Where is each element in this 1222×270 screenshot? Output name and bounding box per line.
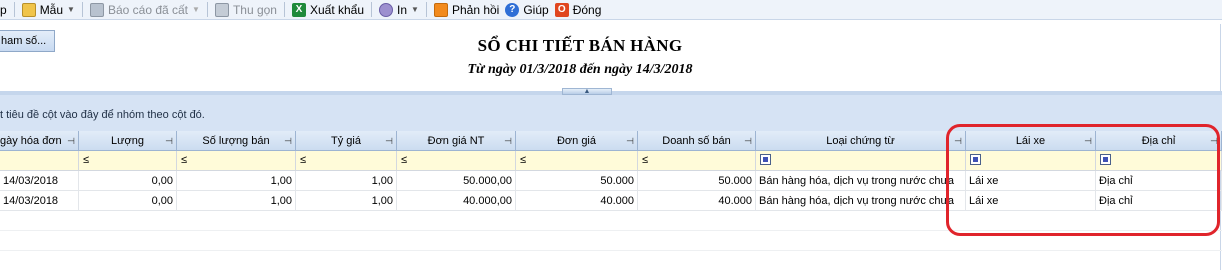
column-header-unit-price-fc[interactable]: Đơn giá NT ⊣ — [397, 131, 516, 151]
column-header-label: Loại chứng từ — [826, 135, 895, 147]
filter-operator[interactable]: ≤ — [300, 154, 306, 166]
saved-report-icon — [89, 2, 104, 17]
chevron-down-icon: ▼ — [411, 5, 419, 14]
template-label: Mẫu — [39, 2, 64, 17]
cell-invoice-date: 14/03/2018 — [0, 191, 79, 211]
column-header-label: gày hóa đơn — [0, 135, 62, 147]
pin-icon[interactable]: ⊣ — [165, 131, 173, 151]
feedback-button[interactable]: Phản hồi — [431, 1, 502, 19]
collapse-button[interactable]: Thu gọn — [212, 1, 280, 19]
chevron-down-icon: ▼ — [67, 5, 75, 14]
pin-icon[interactable]: ⊣ — [284, 131, 292, 151]
column-header-label: Lượng — [111, 135, 144, 147]
feedback-label: Phản hồi — [451, 2, 500, 17]
column-header-label: Doanh số bán — [662, 135, 731, 147]
cell-exchange-rate: 1,00 — [296, 191, 397, 211]
filter-operator[interactable]: ≤ — [83, 154, 89, 166]
chevron-down-icon: ▼ — [192, 5, 200, 14]
print-preview-button[interactable]: p — [0, 1, 10, 19]
filter-operator[interactable]: ≤ — [642, 154, 648, 166]
highlight-annotation — [946, 124, 1220, 236]
report-toolbar: p Mẫu ▼ Báo cáo đã cất ▼ Thu gọn X Xuất … — [0, 0, 1222, 20]
column-header-unit-price[interactable]: Đơn giá ⊣ — [516, 131, 638, 151]
column-header-label: Đơn giá — [556, 135, 596, 147]
filter-operator[interactable]: ≤ — [520, 154, 526, 166]
filter-cell-unit-price[interactable]: ≤ — [516, 151, 638, 171]
pin-icon[interactable]: ⊣ — [504, 131, 512, 151]
toolbar-separator — [206, 2, 208, 17]
filter-checkbox[interactable] — [760, 154, 771, 165]
cell-unit-price-fc: 40.000,00 — [397, 191, 516, 211]
column-header-label: Đơn giá NT — [427, 135, 485, 147]
filter-cell-exchange-rate[interactable]: ≤ — [296, 151, 397, 171]
chevron-up-icon: ▲ — [583, 88, 591, 95]
template-button[interactable]: Mẫu ▼ — [19, 1, 78, 19]
filter-cell-revenue[interactable]: ≤ — [638, 151, 756, 171]
cell-voucher-type: Bán hàng hóa, dịch vụ trong nước chưa — [756, 191, 966, 211]
filter-cell-sold-quantity[interactable]: ≤ — [177, 151, 296, 171]
column-header-label: Tỷ giá — [331, 135, 361, 147]
splitter-collapse-handle[interactable]: ▲ — [562, 88, 612, 95]
pin-icon[interactable]: ⊣ — [626, 131, 634, 151]
cell-quantity: 0,00 — [79, 171, 177, 191]
cell-unit-price: 40.000 — [516, 191, 638, 211]
report-subtitle: Từ ngày 01/3/2018 đến ngày 14/3/2018 — [467, 62, 693, 77]
print-preview-label: p — [0, 2, 7, 17]
filter-cell-unit-price-fc[interactable]: ≤ — [397, 151, 516, 171]
toolbar-separator — [13, 2, 15, 17]
column-header-quantity[interactable]: Lượng ⊣ — [79, 131, 177, 151]
saved-report-label: Báo cáo đã cất — [107, 2, 189, 17]
saved-report-button[interactable]: Báo cáo đã cất ▼ — [87, 1, 203, 19]
help-label: Giúp — [523, 2, 549, 17]
pin-icon[interactable]: ⊣ — [67, 131, 75, 151]
print-button[interactable]: In ▼ — [376, 1, 422, 19]
cell-unit-price-fc: 50.000,00 — [397, 171, 516, 191]
report-title: SỔ CHI TIẾT BÁN HÀNG — [477, 36, 683, 55]
pin-icon[interactable]: ⊣ — [385, 131, 393, 151]
filter-cell-quantity[interactable]: ≤ — [79, 151, 177, 171]
column-header-sold-quantity[interactable]: Số lượng bán ⊣ — [177, 131, 296, 151]
cell-quantity: 0,00 — [79, 191, 177, 211]
cell-exchange-rate: 1,00 — [296, 171, 397, 191]
export-excel-button[interactable]: X Xuất khẩu — [289, 1, 367, 19]
empty-grid-row — [0, 251, 1222, 270]
template-icon — [21, 2, 36, 17]
column-header-invoice-date[interactable]: gày hóa đơn ⊣ — [0, 131, 79, 151]
column-header-label: Số lượng bán — [202, 135, 270, 147]
cell-revenue: 40.000 — [638, 191, 756, 211]
excel-export-icon: X — [291, 2, 306, 17]
filter-operator[interactable]: ≤ — [181, 154, 187, 166]
column-header-revenue[interactable]: Doanh số bán ⊣ — [638, 131, 756, 151]
close-label: Đóng — [572, 2, 602, 17]
toolbar-separator — [371, 2, 373, 17]
collapse-label: Thu gọn — [232, 2, 277, 17]
column-header-voucher-type[interactable]: Loại chứng từ ⊣ — [756, 131, 966, 151]
toolbar-separator — [81, 2, 83, 17]
close-icon: O — [554, 2, 569, 17]
cell-sold-quantity: 1,00 — [177, 191, 296, 211]
close-button[interactable]: O Đóng — [552, 1, 605, 19]
filter-cell-invoice-date[interactable] — [0, 151, 79, 171]
collapse-icon — [214, 2, 229, 17]
toolbar-separator — [283, 2, 285, 17]
group-by-hint: t tiêu đề cột vào đây để nhóm theo cột đ… — [0, 109, 205, 121]
filter-cell-voucher-type[interactable] — [756, 151, 966, 171]
cell-invoice-date: 14/03/2018 — [0, 171, 79, 191]
cell-sold-quantity: 1,00 — [177, 171, 296, 191]
cell-revenue: 50.000 — [638, 171, 756, 191]
printer-icon — [379, 2, 394, 17]
pin-icon[interactable]: ⊣ — [744, 131, 752, 151]
help-icon: ? — [505, 2, 520, 17]
export-excel-label: Xuất khẩu — [309, 2, 365, 17]
feedback-mail-icon — [433, 2, 448, 17]
cell-voucher-type: Bán hàng hóa, dịch vụ trong nước chưa — [756, 171, 966, 191]
filter-operator[interactable]: ≤ — [401, 154, 407, 166]
cell-unit-price: 50.000 — [516, 171, 638, 191]
print-label: In — [397, 2, 408, 17]
help-button[interactable]: ? Giúp — [502, 1, 551, 19]
column-header-exchange-rate[interactable]: Tỷ giá ⊣ — [296, 131, 397, 151]
toolbar-separator — [425, 2, 427, 17]
